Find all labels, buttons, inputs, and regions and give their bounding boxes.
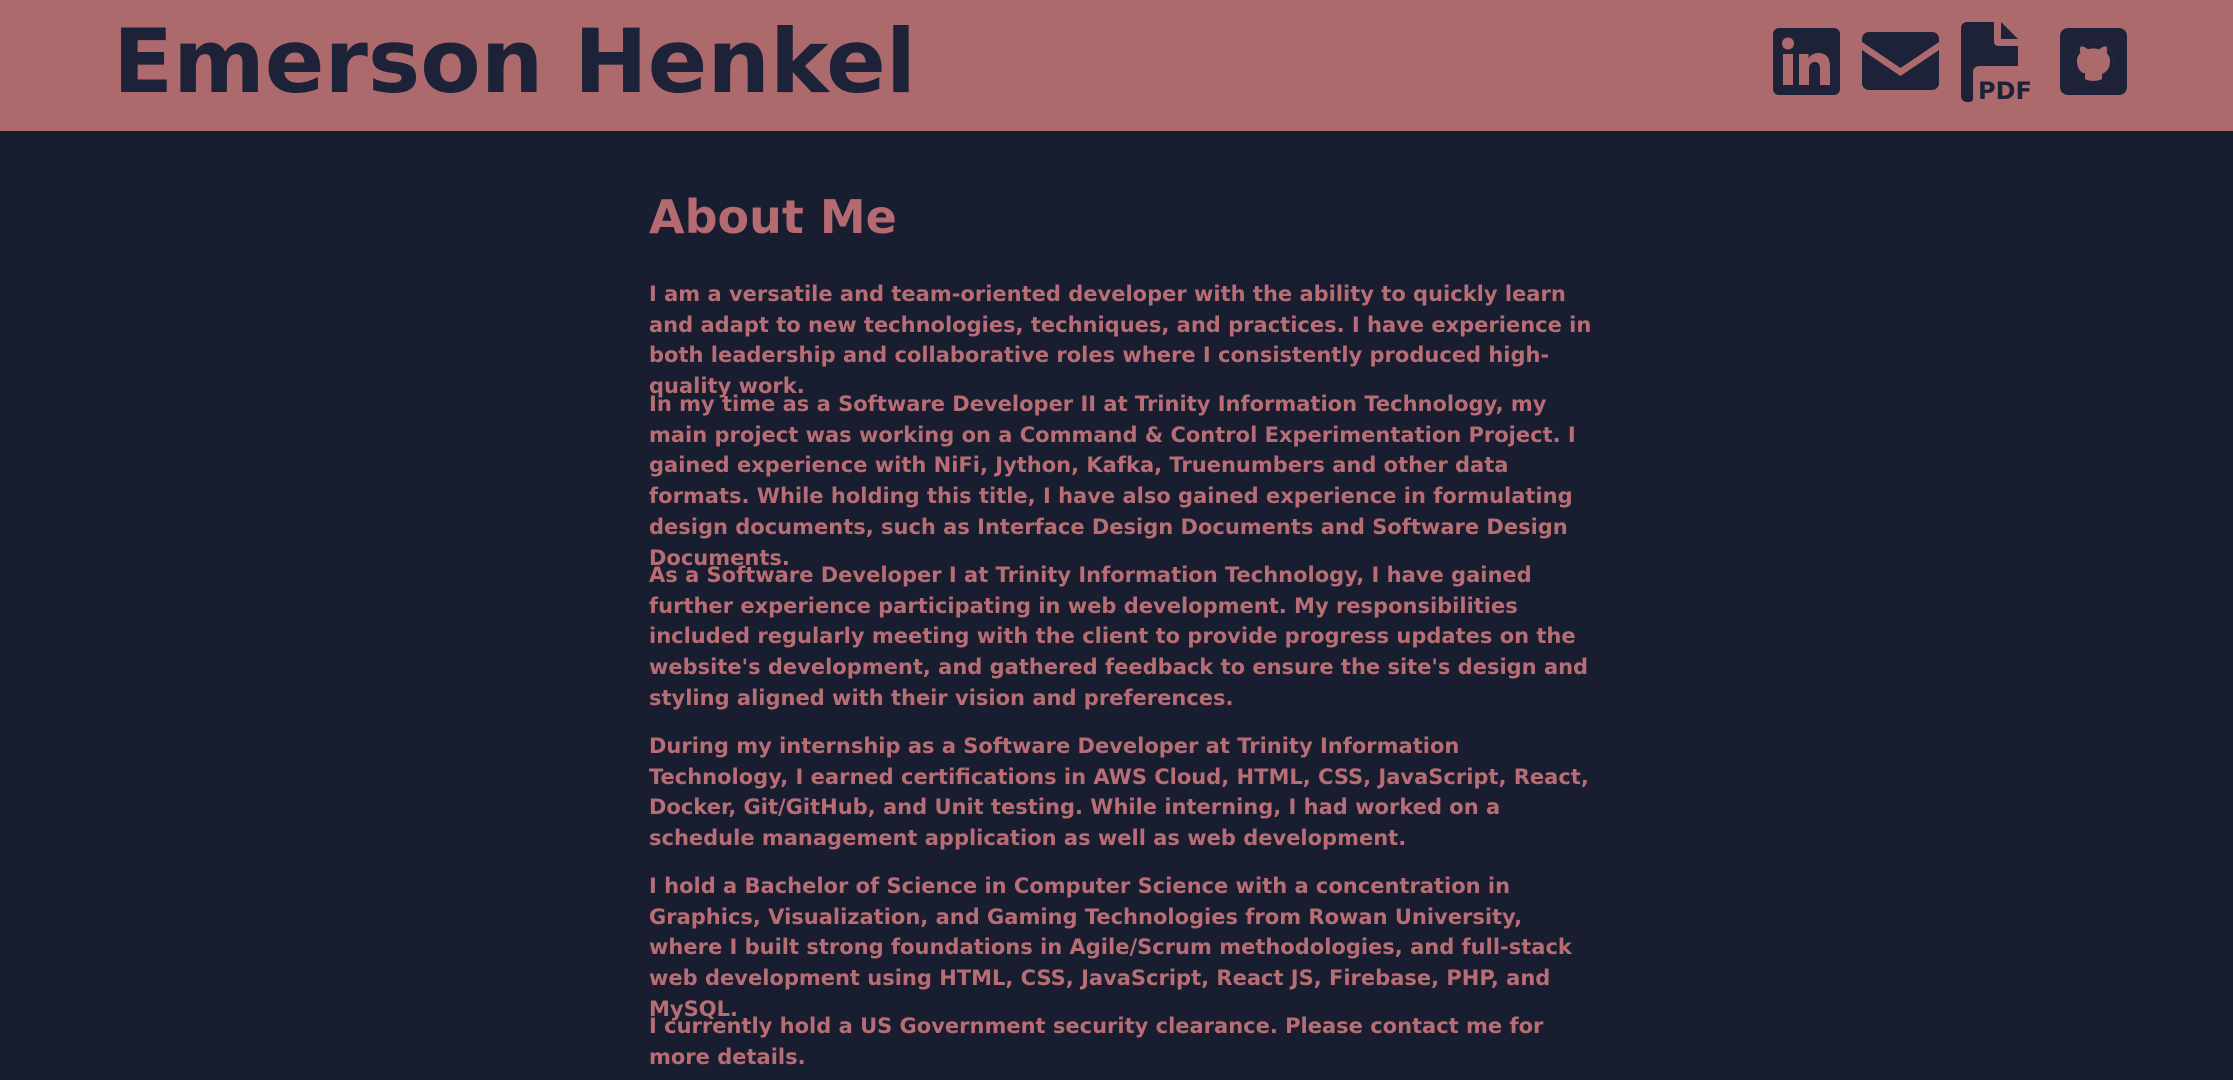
svg-text:PDF: PDF: [1978, 77, 2032, 102]
about-heading: About Me: [649, 190, 897, 244]
resume-pdf-link[interactable]: PDF: [1961, 22, 2037, 102]
github-icon: [2060, 28, 2127, 95]
email-icon: [1862, 32, 1939, 90]
email-link[interactable]: [1862, 32, 1939, 90]
about-section: About Me I am a versatile and team-orien…: [649, 182, 1599, 1069]
about-paragraph: I am a versatile and team-oriented devel…: [649, 282, 1592, 399]
linkedin-link[interactable]: [1773, 28, 1840, 95]
about-paragraph: During my internship as a Software Devel…: [649, 734, 1589, 851]
github-link[interactable]: [2060, 28, 2127, 95]
site-owner-name: Emerson Henkel: [113, 10, 916, 113]
linkedin-icon: [1773, 28, 1840, 95]
about-paragraph: In my time as a Software Developer II at…: [649, 392, 1576, 570]
site-header: Emerson Henkel PDF: [0, 0, 2233, 131]
about-paragraph: I currently hold a US Government securit…: [649, 1014, 1544, 1069]
about-paragraph: As a Software Developer I at Trinity Inf…: [649, 563, 1589, 710]
about-paragraph: I hold a Bachelor of Science in Computer…: [649, 874, 1572, 1021]
pdf-resume-icon: PDF: [1961, 22, 2032, 102]
